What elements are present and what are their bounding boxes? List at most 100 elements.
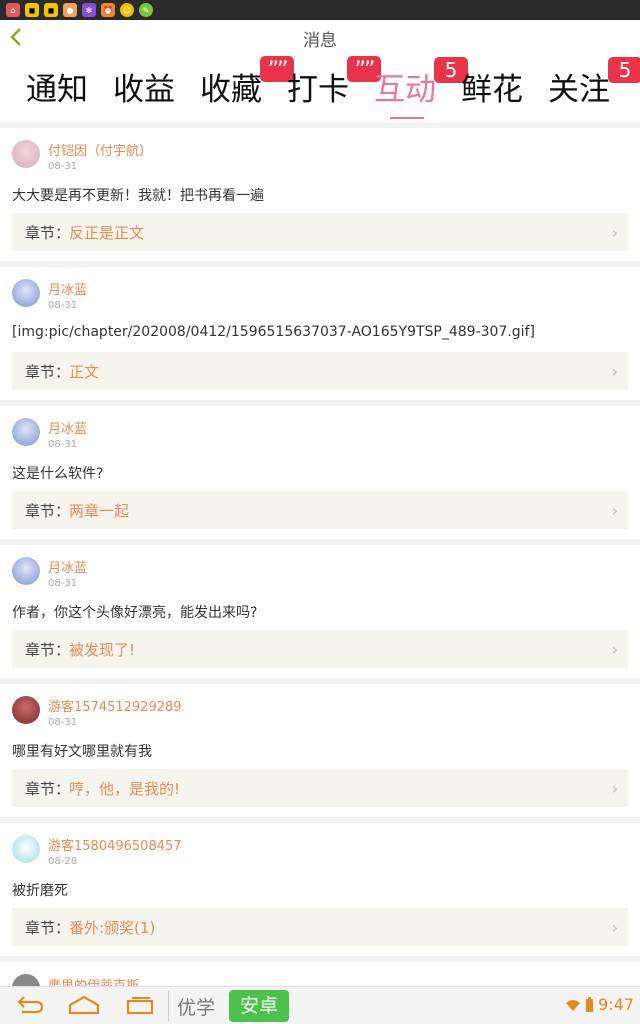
ime-option-active[interactable]: 安卓 <box>229 990 289 1022</box>
page-title: 消息 <box>303 31 337 51</box>
message-date: 08-31 <box>48 300 78 311</box>
wifi-icon <box>566 999 581 1011</box>
home-icon <box>68 995 100 1015</box>
atom-icon: ✻ <box>82 3 96 17</box>
chevron-right-icon: › <box>611 640 618 659</box>
back-arrow-icon <box>17 996 44 1014</box>
chevron-right-icon: › <box>611 918 618 937</box>
divider <box>168 991 169 1021</box>
chapter-label: 章节： <box>25 363 71 381</box>
chapter-link[interactable]: 章节： 哼，他，是我的! › <box>12 769 628 807</box>
list-item[interactable]: 付铠因（付宇航） 08-31 大大要是再不更新！我就！把书再看一遍 章节： 反正… <box>0 128 640 261</box>
ime-option[interactable]: 优学 <box>177 993 215 1020</box>
comment-text: 哪里有好文哪里就有我 <box>12 744 152 760</box>
username[interactable]: 月冰蓝 <box>48 418 87 437</box>
message-date: 08-28 <box>48 856 78 867</box>
message-date: 08-31 <box>48 439 78 450</box>
avatar[interactable] <box>12 418 40 446</box>
home-app-icon: ⌂ <box>6 3 20 17</box>
tab-checkin[interactable]: 打卡 ”” <box>287 56 381 109</box>
message-date: 08-31 <box>48 717 78 728</box>
chapter-label: 章节： <box>25 224 71 242</box>
list-item[interactable]: 鹰里的伊蒂克斯 <box>0 962 640 986</box>
list-item[interactable]: 月冰蓝 08-31 作者，你这个头像好漂亮，能发出来吗? 章节： 被发现了! › <box>0 545 640 678</box>
chapter-label: 章节： <box>25 641 71 659</box>
back-nav-button[interactable] <box>10 991 46 1021</box>
chapter-name: 两章一起 <box>69 502 130 520</box>
list-item[interactable]: 月冰蓝 08-31 这是什么软件? 章节： 两章一起 › <box>0 406 640 539</box>
active-tab-indicator <box>390 117 424 119</box>
emoji-icon: ☺ <box>120 3 134 17</box>
recents-icon <box>126 997 154 1015</box>
chapter-label: 章节： <box>25 780 71 798</box>
avatar[interactable] <box>12 279 40 307</box>
chapter-link[interactable]: 章节： 番外:颁奖(1) › <box>12 908 628 946</box>
tab-income[interactable]: 收益 <box>113 64 175 109</box>
comment-text: 作者，你这个头像好漂亮，能发出来吗? <box>12 605 258 621</box>
list-item[interactable]: 游客1574512929289 08-31 哪里有好文哪里就有我 章节： 哼，他… <box>0 684 640 817</box>
comment-text: 这是什么软件? <box>12 466 104 482</box>
chapter-link[interactable]: 章节： 反正是正文 › <box>12 213 628 251</box>
recents-nav-button[interactable] <box>122 991 158 1021</box>
username[interactable]: 月冰蓝 <box>48 279 87 298</box>
avatar[interactable] <box>12 696 40 724</box>
tab-collect[interactable]: 收藏 ”” <box>200 56 294 109</box>
status-bar: ⌂ ◼ ◼ ● ✻ ⏰ ☺ ✎ <box>0 0 640 20</box>
chapter-link[interactable]: 章节： 两章一起 › <box>12 491 628 529</box>
chapter-name: 反正是正文 <box>69 224 145 242</box>
list-item[interactable]: 月冰蓝 08-31 [img:pic/chapter/202008/0412/1… <box>0 267 640 400</box>
avatar[interactable] <box>12 974 40 986</box>
tab-label: 互动 <box>374 72 436 108</box>
chapter-link[interactable]: 章节： 被发现了! › <box>12 630 628 668</box>
tab-label: 收藏 <box>200 72 262 108</box>
list-item[interactable]: 游客1580496508457 08-28 被折磨死 章节： 番外:颁奖(1) … <box>0 823 640 956</box>
avatar[interactable] <box>12 557 40 585</box>
app-root: ⌂ ◼ ◼ ● ✻ ⏰ ☺ ✎ 消息 通知 收益 收藏 ”” 打卡 ”” 互动 … <box>0 0 640 1024</box>
tab-flowers[interactable]: 鲜花 <box>461 64 523 109</box>
app-notify-icon: ◼ <box>25 3 39 17</box>
chapter-name: 番外:颁奖(1) <box>69 919 156 937</box>
tab-label: 收益 <box>113 72 175 108</box>
chevron-right-icon: › <box>611 362 618 381</box>
clock: 9:47 <box>598 995 634 1014</box>
chevron-right-icon: › <box>611 779 618 798</box>
system-nav-bar: 优学 安卓 9:47 <box>0 986 640 1024</box>
chapter-label: 章节： <box>25 919 71 937</box>
tab-notice[interactable]: 通知 <box>26 64 88 109</box>
chapter-label: 章节： <box>25 502 71 520</box>
top-header: 消息 <box>0 20 640 54</box>
avatar[interactable] <box>12 140 40 168</box>
system-tray: 9:47 <box>565 995 634 1014</box>
battery-icon <box>586 996 594 1012</box>
alarm-icon: ⏰ <box>101 3 115 17</box>
tab-label: 通知 <box>26 72 88 108</box>
chevron-right-icon: › <box>611 501 618 520</box>
username[interactable]: 游客1580496508457 <box>48 835 182 854</box>
leaf-icon: ✎ <box>139 3 153 17</box>
comment-text: [img:pic/chapter/202008/0412/15965156370… <box>12 324 535 340</box>
tab-label: 打卡 <box>287 72 349 108</box>
chapter-name: 正文 <box>69 363 100 381</box>
unread-badge: 5 <box>608 57 640 83</box>
username[interactable]: 游客1574512929289 <box>48 696 182 715</box>
tab-label: 关注 <box>548 72 610 108</box>
comment-text: 大大要是再不更新！我就！把书再看一遍 <box>12 188 264 204</box>
chapter-name: 被发现了! <box>69 641 136 659</box>
chapter-name: 哼，他，是我的! <box>69 780 181 798</box>
tab-interaction[interactable]: 互动 5 <box>374 57 468 109</box>
message-date: 08-31 <box>48 578 78 589</box>
tab-label: 鲜花 <box>461 72 523 108</box>
chapter-link[interactable]: 章节： 正文 › <box>12 352 628 390</box>
tab-follow[interactable]: 关注 5 <box>548 57 640 109</box>
home-nav-button[interactable] <box>66 991 102 1021</box>
username[interactable]: 付铠因（付宇航） <box>48 140 152 159</box>
username[interactable]: 月冰蓝 <box>48 557 87 576</box>
app-notify-icon: ◼ <box>44 3 58 17</box>
message-date: 08-31 <box>48 161 78 172</box>
rabbit-icon: ● <box>63 3 77 17</box>
comment-text: 被折磨死 <box>12 883 68 899</box>
chevron-right-icon: › <box>611 223 618 242</box>
username[interactable]: 鹰里的伊蒂克斯 <box>48 975 139 986</box>
message-tabs: 通知 收益 收藏 ”” 打卡 ”” 互动 5 鲜花 关注 5 <box>0 54 640 124</box>
avatar[interactable] <box>12 835 40 863</box>
